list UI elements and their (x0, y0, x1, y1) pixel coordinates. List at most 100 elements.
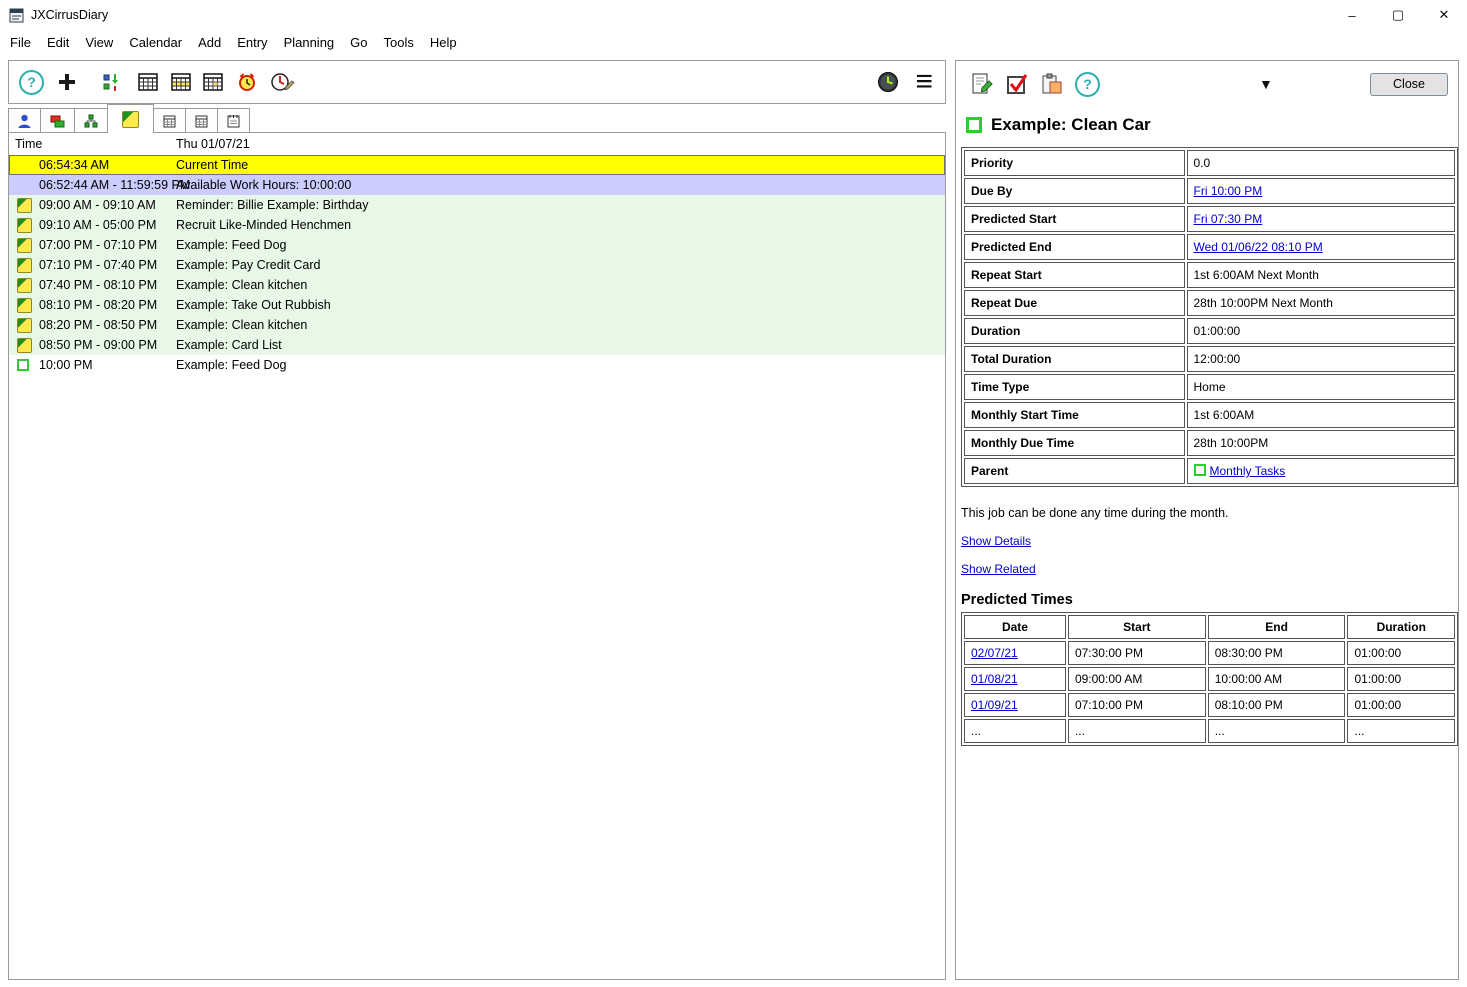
schedule-row-task[interactable]: 09:10 AM - 05:00 PM Recruit Like-Minded H… (9, 215, 945, 235)
day-view-icon[interactable] (202, 71, 224, 93)
tab-tasks[interactable] (40, 108, 75, 133)
month-view-icon[interactable] (137, 71, 159, 93)
row-description: Example: Pay Credit Card (176, 258, 321, 272)
note-icon (122, 110, 139, 128)
menu-tools[interactable]: Tools (376, 31, 422, 55)
set-time-icon[interactable] (270, 71, 295, 93)
property-value-link[interactable]: Monthly Tasks (1210, 464, 1286, 478)
predicted-time-row: ............ (964, 719, 1455, 743)
menu-edit[interactable]: Edit (39, 31, 77, 55)
entry-note: This job can be done any time during the… (961, 506, 1229, 520)
row-description: Reminder: Billie Example: Birthday (176, 198, 369, 212)
schedule-row-task[interactable]: 07:00 PM - 07:10 PM Example: Feed Dog (9, 235, 945, 255)
menu-icon[interactable]: ≡ (915, 67, 933, 97)
tab-notes[interactable] (217, 108, 250, 133)
row-icon-slot (17, 237, 39, 253)
property-label: Repeat Due (964, 290, 1185, 316)
alarm-icon[interactable] (236, 71, 258, 93)
task-note-icon (17, 337, 32, 353)
predicted-date-link[interactable]: 01/08/21 (971, 672, 1018, 686)
row-time: 08:20 PM - 08:50 PM (39, 318, 158, 332)
minimize-button[interactable]: – (1329, 0, 1375, 30)
property-row: Repeat Due 28th 10:00PM Next Month (964, 290, 1455, 316)
help-icon[interactable]: ? (1075, 71, 1100, 97)
close-window-button[interactable]: ✕ (1421, 0, 1467, 30)
schedule-row-todo[interactable]: 10:00 PM Example: Feed Dog (9, 355, 945, 375)
menu-view[interactable]: View (77, 31, 121, 55)
menu-planning[interactable]: Planning (276, 31, 343, 55)
main-toolbar: ? ≡ (8, 60, 946, 104)
tab-day-plan[interactable] (107, 104, 154, 133)
property-row: Predicted Start Fri 07:30 PM (964, 206, 1455, 232)
predicted-date: 01/09/21 (964, 693, 1066, 717)
schedule-row-task[interactable]: 07:40 PM - 08:10 PM Example: Clean kitche… (9, 275, 945, 295)
project-tree-icon (84, 114, 98, 128)
week-view-icon[interactable] (170, 71, 192, 93)
column-header-date[interactable]: Thu 01/07/21 (176, 137, 250, 151)
predicted-start: 07:30:00 PM (1067, 641, 1206, 665)
copy-entry-icon[interactable] (1040, 72, 1064, 96)
property-value-link[interactable]: Fri 07:30 PM (1194, 212, 1263, 226)
property-row: Monthly Due Time 28th 10:00PM (964, 430, 1455, 456)
property-label: Total Duration (964, 346, 1185, 372)
add-entry-icon[interactable] (56, 71, 78, 93)
menu-help[interactable]: Help (422, 31, 465, 55)
row-description: Current Time (176, 158, 249, 172)
property-value: 1st 6:00AM Next Month (1186, 262, 1455, 288)
menu-entry[interactable]: Entry (229, 31, 275, 55)
column-header-duration: Duration (1347, 615, 1455, 639)
show-related-link[interactable]: Show Related (961, 562, 1036, 576)
schedule-row-task[interactable]: 08:20 PM - 08:50 PM Example: Clean kitche… (9, 315, 945, 335)
property-value: 1st 6:00AM (1186, 402, 1455, 428)
predicted-start: 09:00:00 AM (1067, 667, 1206, 691)
tab-projects[interactable] (74, 108, 108, 133)
clock-icon[interactable] (877, 71, 899, 93)
row-icon-slot (17, 217, 39, 233)
show-details-link[interactable]: Show Details (961, 534, 1031, 548)
import-calendar-icon[interactable] (102, 71, 122, 93)
task-note-icon (17, 217, 32, 233)
property-row: Predicted End Wed 01/06/22 08:10 PM (964, 234, 1455, 260)
property-value-link[interactable]: Fri 10:00 PM (1194, 184, 1263, 198)
predicted-duration: 01:00:00 (1347, 693, 1455, 717)
property-label: Predicted Start (964, 206, 1185, 232)
row-description: Example: Card List (176, 338, 282, 352)
predicted-times-body: 02/07/21 07:30:00 PM 08:30:00 PM 01:00:00 01… (964, 641, 1455, 743)
edit-entry-icon[interactable] (970, 72, 994, 96)
schedule-row-current[interactable]: 06:54:34 AM Current Time (9, 155, 945, 175)
predicted-date-link[interactable]: 02/07/21 (971, 646, 1018, 660)
predicted-end: 08:10:00 PM (1207, 693, 1346, 717)
schedule-row-task[interactable]: 09:00 AM - 09:10 AM Reminder: Billie Exam… (9, 195, 945, 215)
property-value-link[interactable]: Wed 01/06/22 08:10 PM (1194, 240, 1323, 254)
predicted-date-link[interactable]: 01/09/21 (971, 698, 1018, 712)
entry-details-panel: ? ▼ Close Example: Clean Car Priority 0.0… (955, 60, 1459, 980)
menu-add[interactable]: Add (190, 31, 229, 55)
maximize-button[interactable]: ▢ (1375, 0, 1421, 30)
predicted-end: ... (1207, 719, 1346, 743)
row-icon-slot (17, 197, 39, 213)
tab-contacts[interactable] (8, 108, 41, 133)
menu-calendar[interactable]: Calendar (121, 31, 190, 55)
close-button[interactable]: Close (1370, 72, 1448, 96)
schedule-row-hours[interactable]: 06:52:44 AM - 11:59:59 PM Available Work … (9, 175, 945, 195)
tab-month-plan[interactable] (185, 108, 218, 133)
tab-week-plan[interactable] (153, 108, 186, 133)
view-tab-strip (8, 104, 946, 133)
menu-go[interactable]: Go (342, 31, 375, 55)
schedule-row-task[interactable]: 08:50 PM - 09:00 PM Example: Card List (9, 335, 945, 355)
predicted-date: 01/08/21 (964, 667, 1066, 691)
predicted-time-row: 01/08/21 09:00:00 AM 10:00:00 AM 01:00:00 (964, 667, 1455, 691)
schedule-row-task[interactable]: 08:10 PM - 08:20 PM Example: Take Out Rub… (9, 295, 945, 315)
column-header-time[interactable]: Time (9, 137, 176, 151)
menu-file[interactable]: File (2, 31, 39, 55)
row-icon-slot (17, 359, 39, 371)
schedule-row-task[interactable]: 07:10 PM - 07:40 PM Example: Pay Credit C… (9, 255, 945, 275)
complete-entry-icon[interactable] (1005, 72, 1029, 96)
property-label: Priority (964, 150, 1185, 176)
help-icon[interactable]: ? (19, 69, 44, 95)
entry-title-row: Example: Clean Car (956, 103, 1458, 139)
property-label: Monthly Start Time (964, 402, 1185, 428)
predicted-date: 02/07/21 (964, 641, 1066, 665)
row-time: 06:54:34 AM (39, 158, 110, 172)
collapse-icon[interactable]: ▼ (1259, 76, 1273, 92)
